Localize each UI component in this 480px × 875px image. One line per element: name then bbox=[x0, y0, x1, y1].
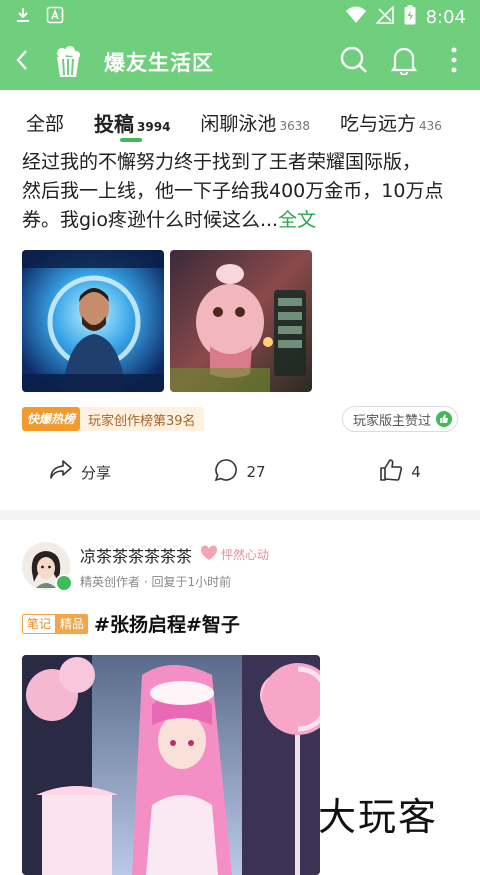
tab-submissions[interactable]: 投稿 3994 bbox=[94, 108, 171, 142]
heart-tag-text: 怦然心动 bbox=[221, 548, 270, 562]
tab-label: 吃与远方 bbox=[339, 112, 416, 135]
thumbs-up-icon bbox=[379, 458, 403, 486]
featured-tag: 精品 bbox=[56, 613, 89, 634]
verified-creator-icon bbox=[55, 574, 73, 592]
status-bar: 8:04 bbox=[0, 0, 480, 34]
moderator-liked-badge: 玩家版主赞过 bbox=[341, 406, 458, 432]
bell-icon bbox=[390, 45, 418, 79]
share-button[interactable]: 分享 bbox=[0, 459, 160, 485]
search-icon bbox=[340, 46, 368, 78]
tab-label: 全部 bbox=[26, 112, 65, 135]
popcorn-logo-icon bbox=[48, 42, 88, 82]
share-label: 分享 bbox=[80, 463, 111, 482]
hot-rank-badge[interactable]: 快爆热榜 玩家创作榜第39名 bbox=[22, 407, 204, 431]
tab-count: 436 bbox=[419, 118, 442, 133]
watermark: 大玩客 bbox=[318, 795, 439, 839]
tab-count: 3638 bbox=[279, 118, 310, 133]
tab-active-indicator bbox=[120, 137, 143, 142]
battery-charging-icon bbox=[404, 4, 416, 30]
search-button[interactable] bbox=[336, 44, 372, 80]
tab-count: 3994 bbox=[137, 119, 171, 134]
comment-count: 27 bbox=[246, 463, 266, 481]
post-title[interactable]: #张扬启程#智子 bbox=[94, 610, 240, 637]
post-card[interactable]: 经过我的不懈努力终于找到了王者荣耀国际版， 然后我一上线，他一下子给我400万金… bbox=[0, 151, 480, 500]
more-button[interactable] bbox=[436, 44, 472, 80]
thumbs-up-badge-icon bbox=[436, 411, 452, 427]
tab-label: 投稿 bbox=[94, 111, 135, 136]
post-image[interactable] bbox=[22, 250, 164, 392]
clock: 8:04 bbox=[425, 6, 466, 28]
notifications-button[interactable] bbox=[386, 44, 422, 80]
comment-icon bbox=[214, 458, 238, 486]
avatar[interactable] bbox=[22, 542, 73, 592]
author-name[interactable]: 凉茶茶茶茶茶茶 bbox=[80, 543, 192, 567]
post-text-line: 然后我一上线，他一下子给我400万金币，10万点 bbox=[22, 180, 444, 202]
post-text-line: 券。我gio疼逊什么时候这么... bbox=[22, 209, 279, 231]
download-icon bbox=[14, 6, 32, 28]
tab-food-travel[interactable]: 吃与远方 436 bbox=[340, 109, 442, 136]
note-tag: 笔记 bbox=[22, 613, 57, 634]
app-bar: 爆友生活区 bbox=[0, 34, 480, 90]
hot-list-label: 快爆热榜 bbox=[22, 407, 81, 431]
back-arrow-icon bbox=[15, 49, 29, 75]
wifi-icon bbox=[345, 6, 366, 29]
section-divider bbox=[0, 510, 480, 520]
heart-tag: 怦然心动 bbox=[200, 545, 269, 564]
no-signal-icon bbox=[374, 4, 394, 29]
post-body[interactable]: 经过我的不懈努力终于找到了王者荣耀国际版， 然后我一上线，他一下子给我400万金… bbox=[0, 148, 480, 234]
read-more-link[interactable]: 全文 bbox=[278, 209, 316, 231]
post-image[interactable] bbox=[170, 250, 312, 392]
post-image[interactable] bbox=[22, 655, 320, 875]
more-vertical-icon bbox=[451, 47, 457, 77]
rank-text: 玩家创作榜第39名 bbox=[88, 413, 196, 429]
post-text-line: 经过我的不懈努力终于找到了王者荣耀国际版， bbox=[22, 151, 422, 173]
reply-time: 回复于1小时前 bbox=[151, 574, 232, 589]
heart-icon bbox=[200, 545, 218, 564]
like-button[interactable]: 4 bbox=[320, 458, 480, 486]
page-title: 爆友生活区 bbox=[104, 51, 214, 75]
tab-chat-pool[interactable]: 闲聊泳池 3638 bbox=[200, 109, 310, 136]
author-role: 精英创作者 bbox=[80, 574, 141, 589]
comment-button[interactable]: 27 bbox=[160, 458, 320, 486]
tab-label: 闲聊泳池 bbox=[200, 112, 277, 135]
category-tabs: 全部 投稿 3994 闲聊泳池 3638 吃与远方 436 bbox=[0, 90, 480, 154]
like-count: 4 bbox=[411, 463, 421, 481]
share-icon bbox=[49, 459, 73, 485]
tab-all[interactable]: 全部 bbox=[26, 109, 64, 136]
moderator-liked-text: 玩家版主赞过 bbox=[352, 413, 431, 429]
notification-a-icon bbox=[46, 6, 64, 28]
back-button[interactable] bbox=[0, 34, 44, 90]
